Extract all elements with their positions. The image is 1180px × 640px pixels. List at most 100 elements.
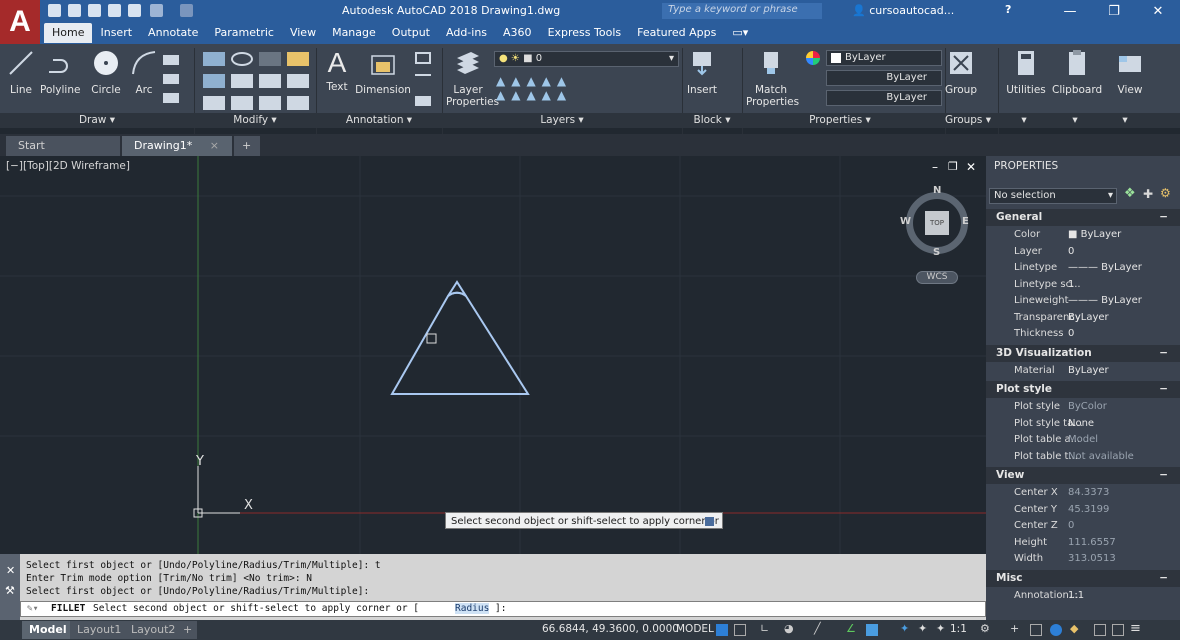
tab-output[interactable]: Output: [384, 23, 438, 43]
layer-dropdown[interactable]: ● ☀ ■ 0 ▾: [494, 51, 679, 67]
restore-icon[interactable]: ❐: [1092, 0, 1136, 22]
save-as-icon[interactable]: [108, 4, 121, 17]
section-general[interactable]: General −: [986, 209, 1180, 226]
color-wheel-icon[interactable]: [806, 51, 820, 65]
ortho-icon[interactable]: ∟: [760, 622, 769, 635]
redo-icon[interactable]: [180, 4, 193, 17]
compass-south[interactable]: S: [933, 247, 940, 258]
help-icon[interactable]: ?: [1005, 3, 1011, 16]
search-input[interactable]: Type a keyword or phrase: [662, 3, 822, 19]
utilities-panel-expander[interactable]: ▾: [998, 113, 1050, 128]
property-row[interactable]: Plot table t... Not available: [986, 449, 1180, 465]
collapse-icon[interactable]: −: [1159, 345, 1168, 362]
groups-panel-title[interactable]: Groups ▾: [938, 113, 998, 128]
app-logo[interactable]: A: [0, 0, 40, 44]
new-tab-button[interactable]: +: [234, 136, 260, 156]
tab-parametric[interactable]: Parametric: [206, 23, 282, 43]
property-row[interactable]: Material ByLayer: [986, 363, 1180, 379]
quick-select-icon[interactable]: ⚙: [1160, 186, 1171, 200]
clean-screen-icon[interactable]: [1112, 624, 1124, 636]
ribbon-options-icon[interactable]: ▭▾: [724, 23, 756, 43]
annotation-scale-value[interactable]: 1:1: [950, 623, 967, 635]
viewport-close-icon[interactable]: ✕: [966, 160, 976, 174]
arc-button[interactable]: Arc: [128, 48, 160, 96]
tab-view[interactable]: View: [282, 23, 324, 43]
property-row[interactable]: Linetype sc... 1: [986, 277, 1180, 293]
collapse-icon[interactable]: −: [1159, 570, 1168, 587]
property-row[interactable]: Layer 0: [986, 244, 1180, 260]
property-row[interactable]: Annotation... 1:1: [986, 588, 1180, 604]
properties-panel-title[interactable]: Properties ▾: [742, 113, 938, 128]
draw-panel-title[interactable]: Draw ▾: [0, 113, 194, 128]
draw-small-tools[interactable]: [163, 52, 185, 112]
tab-layout1[interactable]: Layout1: [70, 621, 129, 639]
property-row[interactable]: Center Y 45.3199: [986, 502, 1180, 518]
selection-dropdown[interactable]: No selection ▾: [989, 188, 1117, 204]
dimension-button[interactable]: Dimension: [354, 48, 412, 96]
collapse-icon[interactable]: −: [1159, 381, 1168, 398]
command-input[interactable]: ✎▾ FILLET Select second object or shift-…: [20, 601, 986, 617]
section-view[interactable]: View −: [986, 467, 1180, 484]
snap-icon[interactable]: [734, 624, 746, 636]
close-command-icon[interactable]: ✕: [6, 564, 15, 577]
group-button[interactable]: Group: [944, 48, 978, 96]
tab-a360[interactable]: A360: [495, 23, 540, 43]
tab-add-ins[interactable]: Add-ins: [438, 23, 495, 43]
undo-icon[interactable]: [150, 4, 163, 17]
polyline-button[interactable]: Polyline: [40, 48, 80, 96]
drawing-canvas[interactable]: [0, 156, 986, 554]
tab-layout2[interactable]: Layout2: [124, 621, 183, 639]
clipboard-button[interactable]: Clipboard: [1052, 48, 1102, 96]
property-row[interactable]: Center X 84.3373: [986, 485, 1180, 501]
linetype-dropdown[interactable]: ByLayer: [826, 70, 942, 86]
section-misc[interactable]: Misc −: [986, 569, 1180, 587]
tab-annotate[interactable]: Annotate: [140, 23, 206, 43]
annotation-small-tools[interactable]: [415, 52, 437, 112]
tooltip-options-icon[interactable]: [705, 517, 714, 526]
polar-icon[interactable]: ◕: [784, 622, 794, 635]
model-space-toggle[interactable]: MODEL: [676, 623, 714, 635]
customize-wrench-icon[interactable]: ⚒: [5, 584, 15, 597]
property-row[interactable]: Lineweight ——— ByLayer: [986, 293, 1180, 309]
annotation-panel-title[interactable]: Annotation ▾: [316, 113, 442, 128]
tab-featured-apps[interactable]: Featured Apps: [629, 23, 724, 43]
utilities-button[interactable]: Utilities: [1004, 48, 1048, 96]
close-tab-icon[interactable]: ×: [210, 139, 219, 152]
property-row[interactable]: Color ■ ByLayer: [986, 227, 1180, 243]
grid-icon[interactable]: [716, 624, 728, 636]
modify-panel-title[interactable]: Modify ▾: [194, 113, 316, 128]
modify-tools[interactable]: [203, 52, 311, 112]
isodraft-icon[interactable]: ╱: [814, 622, 821, 635]
section-viz[interactable]: 3D Visualization −: [986, 344, 1180, 362]
view-button[interactable]: View: [1108, 48, 1152, 96]
viewport-minimize-icon[interactable]: –: [932, 160, 938, 174]
property-row[interactable]: Thickness 0: [986, 326, 1180, 342]
auto-scale-icon[interactable]: ✦: [936, 622, 945, 635]
isolate-objects-icon[interactable]: [1094, 624, 1106, 636]
annotation-scale-icon[interactable]: ✦: [918, 622, 927, 635]
workspace-gear-icon[interactable]: ⚙: [980, 622, 990, 635]
block-panel-title[interactable]: Block ▾: [682, 113, 742, 128]
property-row[interactable]: Transparency ByLayer: [986, 310, 1180, 326]
clipboard-panel-expander[interactable]: ▾: [1050, 113, 1100, 128]
property-row[interactable]: Height 111.6557: [986, 535, 1180, 551]
property-row[interactable]: Center Z 0: [986, 518, 1180, 534]
layer-tools-grid[interactable]: ▲▲▲▲▲ ▲▲▲▲▲: [496, 74, 616, 104]
tab-home[interactable]: Home: [44, 23, 93, 43]
viewcube-top[interactable]: TOP: [925, 211, 949, 235]
view-panel-expander[interactable]: ▾: [1100, 113, 1150, 128]
compass-west[interactable]: W: [900, 216, 911, 227]
units-icon[interactable]: [1030, 624, 1042, 636]
lineweight-dropdown[interactable]: ByLayer: [826, 90, 942, 106]
radius-option-link[interactable]: Radius: [455, 603, 490, 614]
customization-menu-icon[interactable]: ≡: [1130, 621, 1141, 636]
lock-ui-icon[interactable]: ◆: [1070, 622, 1078, 635]
tab-manage[interactable]: Manage: [324, 23, 384, 43]
color-dropdown[interactable]: ByLayer: [826, 50, 942, 66]
circle-button[interactable]: Circle: [88, 48, 124, 96]
property-row[interactable]: Plot style ByColor: [986, 399, 1180, 415]
property-row[interactable]: Plot table a... Model: [986, 432, 1180, 448]
select-objects-icon[interactable]: ✚: [1143, 187, 1153, 201]
close-icon[interactable]: ✕: [1136, 0, 1180, 22]
wcs-menu[interactable]: WCS: [916, 271, 958, 284]
